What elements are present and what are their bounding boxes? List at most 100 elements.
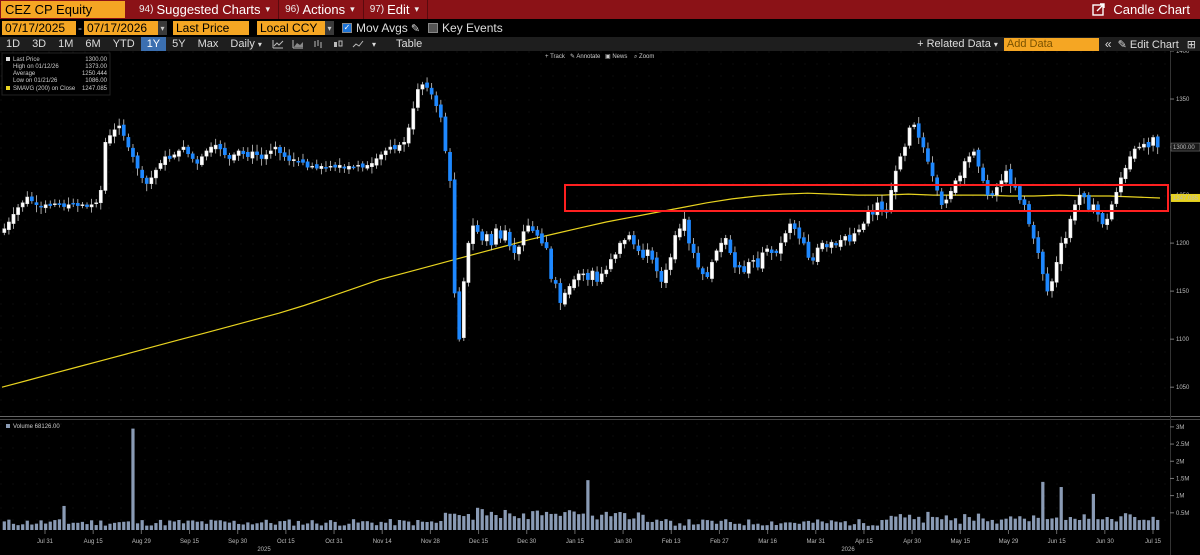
- candle-body: [1151, 137, 1155, 146]
- volume-bar: [944, 515, 948, 530]
- mov-avgs-label: Mov Avgs: [356, 21, 408, 35]
- candle-body: [576, 273, 581, 281]
- volume-bar: [549, 513, 553, 530]
- candle-body: [71, 202, 76, 205]
- mov-avgs-checkbox[interactable]: ✓: [342, 23, 352, 33]
- add-data-input[interactable]: Add Data: [1003, 37, 1099, 51]
- x-tick-label: Apr 15: [855, 539, 873, 545]
- candle-body: [631, 235, 636, 245]
- range-5y[interactable]: 5Y: [166, 37, 191, 51]
- candle-body: [760, 252, 765, 269]
- volume-bar: [407, 521, 411, 530]
- range-max[interactable]: Max: [192, 37, 225, 51]
- currency-select[interactable]: Local CCY: [257, 21, 325, 35]
- key-events-checkbox[interactable]: [428, 23, 439, 33]
- edit-menu[interactable]: 97) Edit ▾: [370, 0, 419, 19]
- volume-bar: [1045, 519, 1050, 530]
- range-ytd[interactable]: YTD: [107, 37, 141, 51]
- candle-body: [356, 165, 360, 167]
- candle-body: [650, 250, 655, 260]
- legend-label: High on 01/12/26: [13, 64, 59, 70]
- candle-body: [1027, 204, 1031, 225]
- volume-bar: [48, 521, 52, 530]
- volume-bar: [25, 520, 29, 530]
- ticker-field[interactable]: CEZ CP Equity: [1, 1, 125, 18]
- field-select[interactable]: Last Price: [173, 21, 249, 35]
- range-1m[interactable]: 1M: [52, 37, 79, 51]
- range-1d[interactable]: 1D: [0, 37, 26, 51]
- tool-news[interactable]: ▣ News: [605, 54, 627, 60]
- suggested-charts-menu[interactable]: 94) Suggested Charts ▾: [139, 0, 270, 19]
- trend-icon[interactable]: [352, 39, 364, 49]
- settings-icon[interactable]: ⊞: [1187, 38, 1196, 51]
- candle-body: [411, 108, 416, 130]
- candle-body: [259, 154, 264, 159]
- volume-bar: [655, 519, 659, 530]
- tool-zoom[interactable]: ⌕ Zoom: [634, 54, 654, 60]
- chevron-down-icon[interactable]: ▾: [372, 40, 376, 49]
- collapse-left-icon[interactable]: «: [1105, 37, 1112, 51]
- edit-chart-button[interactable]: ✎ Edit Chart: [1118, 38, 1179, 51]
- volume-bar: [1142, 519, 1146, 530]
- volume-bar: [374, 525, 379, 530]
- candle-body: [1100, 213, 1105, 225]
- x-tick-label: Oct 15: [277, 539, 295, 545]
- candle-body: [177, 150, 181, 157]
- end-date-field[interactable]: 07/17/2026: [84, 21, 158, 35]
- candle-body: [429, 87, 434, 95]
- line-chart-icon[interactable]: [272, 39, 284, 49]
- candle-body: [494, 228, 498, 245]
- candle-body: [75, 203, 80, 206]
- volume-bar: [595, 519, 599, 530]
- candle-body: [797, 227, 802, 239]
- candle-body: [466, 242, 471, 283]
- related-data-button[interactable]: + Related Data ▾: [917, 38, 998, 50]
- volume-bar: [728, 522, 732, 530]
- pencil-icon[interactable]: ✎: [411, 22, 420, 35]
- candle-body: [824, 244, 829, 248]
- table-button[interactable]: Table: [390, 37, 428, 51]
- candle-body: [613, 254, 618, 259]
- volume-bar: [328, 520, 333, 530]
- grid: [0, 51, 1170, 416]
- candle-body: [287, 155, 292, 161]
- calendar-dropdown-icon[interactable]: ▾: [158, 21, 167, 35]
- candle-body: [471, 225, 475, 244]
- volume-bar: [393, 525, 397, 530]
- candle-body: [627, 235, 632, 240]
- range-6m[interactable]: 6M: [79, 37, 106, 51]
- area-chart-icon[interactable]: [292, 39, 304, 49]
- volume-bar: [861, 523, 866, 530]
- volume-bar: [774, 525, 778, 530]
- x-tick-label: Oct 31: [325, 539, 343, 545]
- volume-bar: [397, 519, 402, 530]
- candle-body: [30, 196, 34, 202]
- currency-dropdown-icon[interactable]: ▾: [325, 21, 334, 35]
- volume-bar: [600, 514, 604, 530]
- tool-track[interactable]: + Track: [545, 54, 566, 60]
- x-tick-label: Jan 30: [614, 539, 633, 545]
- volume-bar: [264, 519, 268, 530]
- price-chart[interactable]: + Track ✎ Annotate ▣ News ⌕ Zoom Last Pr…: [0, 51, 1200, 555]
- volume-bar: [1054, 517, 1059, 530]
- candle-body: [756, 258, 760, 268]
- volume-bar: [177, 520, 181, 530]
- volume-bar: [972, 520, 976, 530]
- candle-chart-button[interactable]: Candle Chart: [1092, 0, 1190, 19]
- volume-bar: [462, 516, 466, 530]
- x-tick-label: May 15: [950, 539, 970, 545]
- legend-value: 1250.444: [82, 71, 108, 77]
- range-1y[interactable]: 1Y: [140, 37, 167, 51]
- range-3d[interactable]: 3D: [26, 37, 52, 51]
- candle-body: [1128, 156, 1132, 170]
- candle-body: [1008, 169, 1013, 186]
- volume-bar: [108, 523, 112, 530]
- legend-label: Low on 01/21/26: [13, 78, 58, 84]
- actions-menu[interactable]: 96) Actions ▾: [285, 0, 355, 19]
- candle-icon[interactable]: [332, 39, 344, 49]
- tool-annotate[interactable]: ✎ Annotate: [570, 53, 601, 60]
- frequency-select[interactable]: Daily ▾: [224, 37, 268, 51]
- start-date-field[interactable]: 07/17/2025: [2, 21, 76, 35]
- bar-chart-icon[interactable]: [312, 39, 324, 49]
- candle-body: [1086, 194, 1091, 210]
